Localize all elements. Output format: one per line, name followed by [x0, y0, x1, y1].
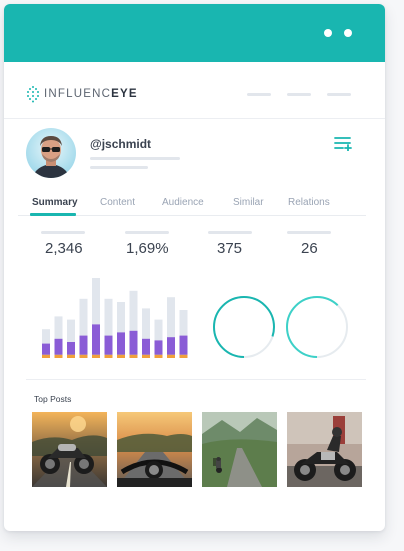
chart-bar-primary — [167, 337, 175, 355]
gauge-ring-2 — [286, 296, 348, 358]
chart-bar-primary — [42, 343, 50, 355]
chart-bar-primary — [67, 342, 75, 355]
mountain-road-rider-photo[interactable] — [202, 412, 277, 487]
chart-bar-secondary — [104, 354, 113, 358]
app-header: INFLUENCEYE — [4, 62, 385, 119]
app-window: INFLUENCEYE @jschmidt Summary Content Au… — [4, 4, 385, 531]
stat-count: 26 — [301, 240, 318, 257]
gauge-ring-1 — [213, 296, 275, 358]
tab-content[interactable]: Content — [100, 197, 135, 208]
stat-label-placeholder — [208, 231, 252, 234]
stat-label-placeholder — [41, 231, 85, 234]
tab-audience[interactable]: Audience — [162, 197, 204, 208]
tab-relations[interactable]: Relations — [288, 197, 330, 208]
list-add-icon[interactable] — [334, 135, 352, 151]
window-titlebar — [4, 4, 385, 62]
profile-detail-placeholder — [90, 166, 148, 169]
nav-placeholder[interactable] — [247, 93, 271, 96]
chart-bar-primary — [104, 335, 113, 355]
chart-bar-primary — [142, 338, 150, 355]
photo-image-icon — [32, 412, 107, 487]
chart-bar-secondary — [117, 354, 125, 358]
user-avatar-icon — [26, 128, 76, 178]
profile-detail-placeholder — [90, 157, 180, 160]
window-dot-icon[interactable] — [344, 29, 352, 37]
stat-followers: 2,346 — [45, 240, 83, 257]
chart-bar-primary — [179, 335, 188, 355]
chart-bar-primary — [117, 332, 125, 355]
stat-label-placeholder — [125, 231, 169, 234]
photo-image-icon — [117, 412, 192, 487]
brand-name: INFLUENCEYE — [44, 88, 138, 100]
chart-bar-secondary — [79, 354, 88, 358]
profile-username: @jschmidt — [90, 137, 152, 151]
stat-engagement: 1,69% — [126, 240, 169, 257]
photo-image-icon — [202, 412, 277, 487]
chart-bar-secondary — [129, 354, 138, 358]
chart-bar-primary — [79, 335, 88, 355]
handlebar-road-photo[interactable] — [117, 412, 192, 487]
brand-name-part2: EYE — [111, 88, 138, 100]
tab-summary[interactable]: Summary — [32, 197, 78, 208]
top-posts-title: Top Posts — [34, 394, 72, 404]
chart-bar-secondary — [92, 354, 100, 358]
window-dot-icon[interactable] — [324, 29, 332, 37]
dotted-eye-logo-icon — [27, 86, 39, 103]
tab-similar[interactable]: Similar — [233, 197, 264, 208]
chart-bar-secondary — [142, 354, 150, 358]
chart-bar-secondary — [67, 354, 75, 358]
section-divider — [26, 379, 366, 380]
engagement-bar-chart — [42, 278, 188, 358]
chart-bar-primary — [154, 340, 163, 355]
profile-tabs: Summary Content Audience Similar Relatio… — [18, 197, 366, 216]
chart-bar-primary — [92, 324, 100, 355]
active-tab-indicator — [30, 213, 76, 216]
avatar[interactable] — [26, 128, 76, 178]
nav-placeholder[interactable] — [287, 93, 311, 96]
chart-bar-secondary — [54, 354, 63, 358]
motorcycle-sunset-photo[interactable] — [32, 412, 107, 487]
brand-name-part1: INFLUENC — [44, 88, 112, 100]
stat-posts: 375 — [217, 240, 243, 257]
photo-image-icon — [287, 412, 362, 487]
chart-bar-secondary — [154, 354, 163, 358]
rider-on-motorcycle-photo[interactable] — [287, 412, 362, 487]
chart-bar-primary — [129, 330, 138, 355]
chart-bar-secondary — [42, 354, 50, 358]
nav-placeholder[interactable] — [327, 93, 351, 96]
chart-bar-secondary — [179, 354, 188, 358]
chart-bar-primary — [54, 338, 63, 355]
chart-bar-secondary — [167, 354, 175, 358]
stat-label-placeholder — [287, 231, 331, 234]
